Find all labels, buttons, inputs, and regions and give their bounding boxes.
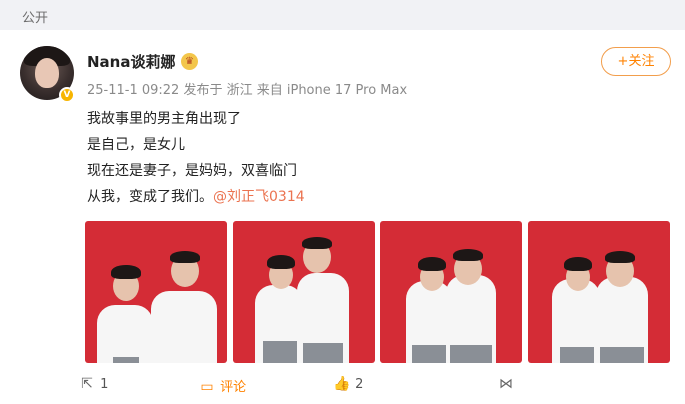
post-line: 现在还是妻子，是妈妈，双喜临门 <box>87 163 297 179</box>
visibility-label: 公开 <box>22 11 49 26</box>
more-action[interactable]: ⋈ <box>497 376 515 392</box>
comment-action[interactable]: ▭ 评论 <box>198 376 246 395</box>
post-line: 我故事里的男主角出现了 <box>87 111 241 127</box>
verified-icon: V <box>59 87 75 103</box>
like-count: 2 <box>355 377 364 392</box>
post-line-text: 从我，变成了我们。 <box>87 189 213 205</box>
person-figure <box>151 291 217 363</box>
share-network-icon: ⋈ <box>499 376 513 392</box>
like-action[interactable]: 👍 2 <box>333 376 363 392</box>
share-action[interactable]: ⇱ 1 <box>78 376 108 392</box>
post-meta: 25-11-1 09:22 发布于 浙江 来自 iPhone 17 Pro Ma… <box>87 83 408 98</box>
share-icon: ⇱ <box>81 376 93 392</box>
thumbs-up-icon: 👍 <box>333 376 351 392</box>
comment-label: 评论 <box>220 380 247 395</box>
mention-link[interactable]: @刘正飞0314 <box>213 189 305 205</box>
visibility-bar: 公开 <box>0 0 685 30</box>
post-photo[interactable] <box>85 221 227 363</box>
post-line: 是自己，是女儿 <box>87 137 185 153</box>
share-count: 1 <box>100 377 109 392</box>
follow-button[interactable]: +关注 <box>601 47 671 76</box>
person-figure <box>97 305 153 363</box>
author-name[interactable]: Nana谈莉娜 <box>87 51 175 72</box>
comment-icon: ▭ <box>200 379 214 395</box>
post-photo[interactable] <box>528 221 670 363</box>
post-photo[interactable] <box>380 221 522 363</box>
post-line: 从我，变成了我们。@刘正飞0314 <box>87 186 305 206</box>
crown-icon: ♛ <box>181 53 198 70</box>
post-photo[interactable] <box>233 221 375 363</box>
